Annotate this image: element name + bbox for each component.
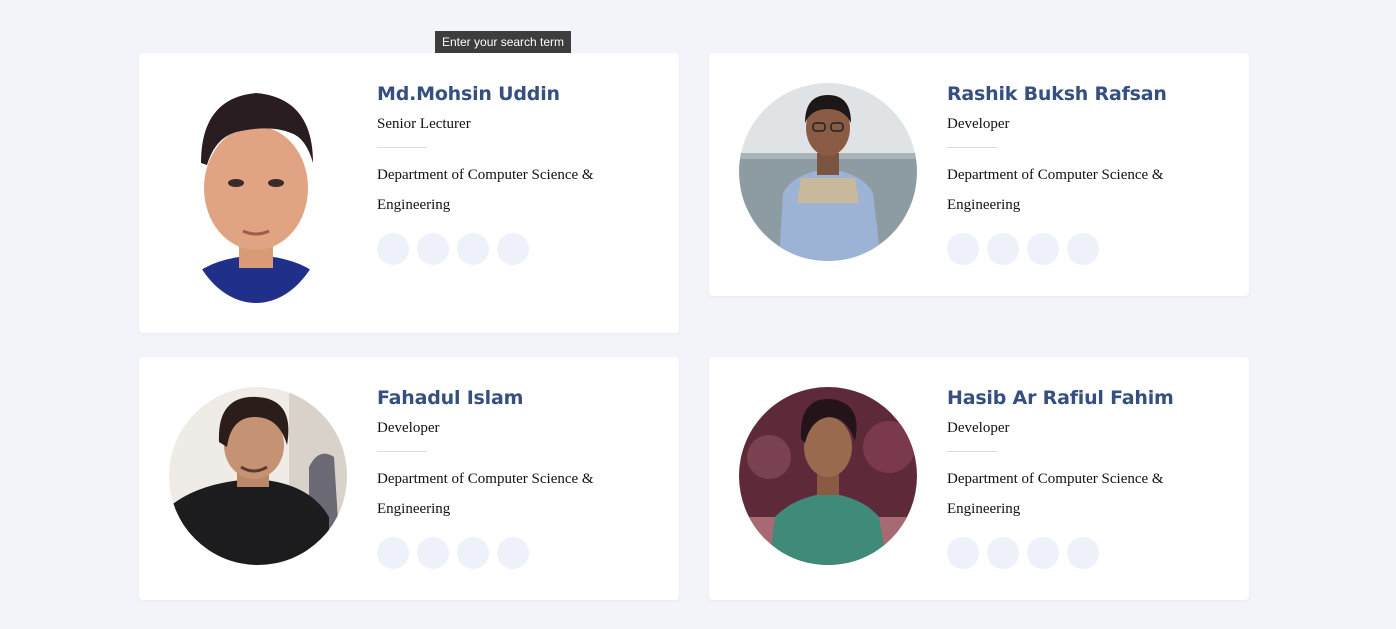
member-department: Department of Computer Science & Enginee… bbox=[377, 471, 594, 517]
team-member-card: Rashik Buksh Rafsan Developer Department… bbox=[709, 53, 1249, 296]
member-role: Developer bbox=[947, 116, 1010, 132]
social-link-2-icon[interactable] bbox=[417, 537, 449, 569]
social-link-4-icon[interactable] bbox=[1067, 537, 1099, 569]
social-link-4-icon[interactable] bbox=[497, 537, 529, 569]
social-link-3-icon[interactable] bbox=[1027, 537, 1059, 569]
team-member-card: Md.Mohsin Uddin Senior Lecturer Departme… bbox=[139, 53, 679, 333]
member-department: Department of Computer Science & Enginee… bbox=[947, 167, 1164, 213]
member-role: Developer bbox=[377, 420, 440, 436]
team-member-card: Hasib Ar Rafiul Fahim Developer Departme… bbox=[709, 357, 1249, 600]
social-links bbox=[947, 537, 1227, 569]
social-link-3-icon[interactable] bbox=[457, 233, 489, 265]
member-name: Md.Mohsin Uddin bbox=[377, 83, 560, 105]
member-photo bbox=[169, 387, 347, 565]
search-tooltip: Enter your search term bbox=[435, 31, 572, 54]
social-links bbox=[377, 233, 657, 265]
social-link-1-icon[interactable] bbox=[377, 537, 409, 569]
social-link-2-icon[interactable] bbox=[417, 233, 449, 265]
social-link-3-icon[interactable] bbox=[457, 537, 489, 569]
team-member-card: Fahadul Islam Developer Department of Co… bbox=[139, 357, 679, 600]
divider bbox=[377, 147, 427, 148]
social-link-3-icon[interactable] bbox=[1027, 233, 1059, 265]
member-name: Hasib Ar Rafiul Fahim bbox=[947, 387, 1174, 409]
social-link-4-icon[interactable] bbox=[1067, 233, 1099, 265]
social-link-2-icon[interactable] bbox=[987, 233, 1019, 265]
social-link-4-icon[interactable] bbox=[497, 233, 529, 265]
member-name: Fahadul Islam bbox=[377, 387, 524, 409]
member-photo bbox=[739, 387, 917, 565]
social-link-1-icon[interactable] bbox=[377, 233, 409, 265]
member-role: Developer bbox=[947, 420, 1010, 436]
divider bbox=[947, 147, 997, 148]
divider bbox=[377, 451, 427, 452]
social-link-1-icon[interactable] bbox=[947, 233, 979, 265]
social-links bbox=[947, 233, 1227, 265]
member-name: Rashik Buksh Rafsan bbox=[947, 83, 1167, 105]
member-photo bbox=[181, 83, 331, 303]
social-link-2-icon[interactable] bbox=[987, 537, 1019, 569]
social-link-1-icon[interactable] bbox=[947, 537, 979, 569]
divider bbox=[947, 451, 997, 452]
member-photo bbox=[739, 83, 917, 261]
member-department: Department of Computer Science & Enginee… bbox=[947, 471, 1164, 517]
social-links bbox=[377, 537, 657, 569]
member-department: Department of Computer Science & Enginee… bbox=[377, 167, 594, 213]
member-role: Senior Lecturer bbox=[377, 116, 471, 132]
